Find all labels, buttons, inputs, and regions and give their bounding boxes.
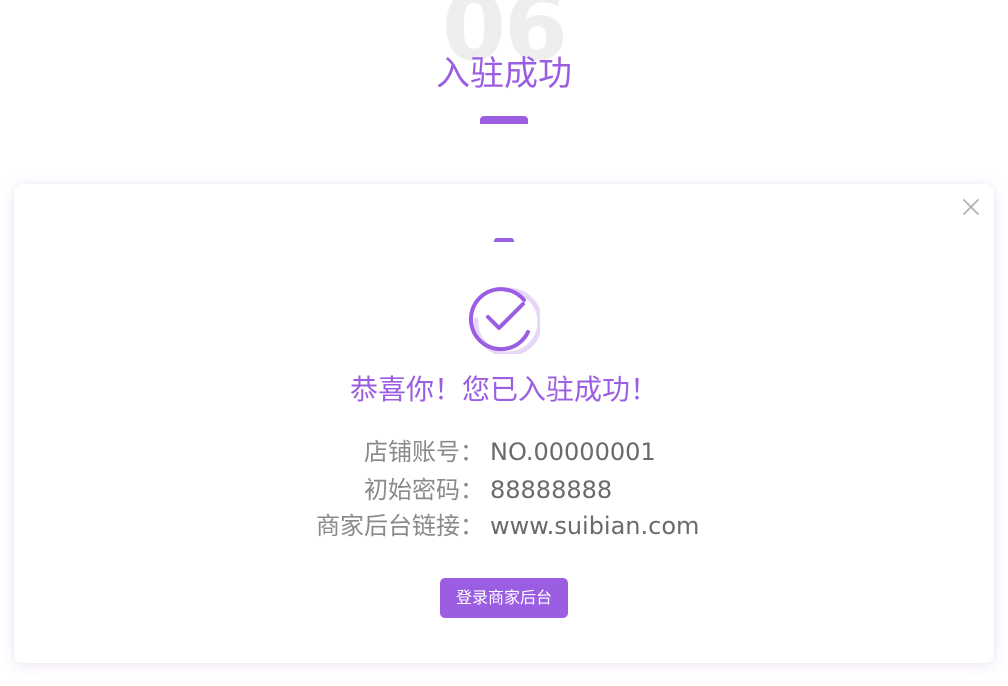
- login-backend-button[interactable]: 登录商家后台: [440, 578, 568, 618]
- success-message: 恭喜你！您已入驻成功！: [349, 373, 658, 406]
- step-underline: [480, 116, 528, 124]
- info-row-account: 店铺账号： NO.00000001: [14, 434, 994, 470]
- page: 06 入驻成功 恭喜你！您已入驻成功！ 店铺账号： NO.00000001 初始…: [0, 0, 1008, 686]
- account-value: NO.00000001: [490, 438, 656, 466]
- account-label: 店铺账号：: [364, 438, 484, 466]
- card-tab-mark: [494, 238, 514, 242]
- password-value: 88888888: [490, 476, 613, 504]
- close-icon[interactable]: [960, 196, 982, 218]
- info-row-link: 商家后台链接： www.suibian.com: [14, 508, 994, 544]
- backend-link-label: 商家后台链接：: [316, 512, 484, 540]
- password-label: 初始密码：: [364, 476, 484, 504]
- backend-link-value[interactable]: www.suibian.com: [490, 508, 699, 544]
- info-row-password: 初始密码： 88888888: [14, 472, 994, 508]
- check-circle-icon: [468, 282, 543, 357]
- success-card: 恭喜你！您已入驻成功！ 店铺账号： NO.00000001 初始密码： 8888…: [14, 184, 994, 663]
- step-title: 入驻成功: [436, 54, 572, 94]
- step-header: 06 入驻成功: [0, 0, 1008, 130]
